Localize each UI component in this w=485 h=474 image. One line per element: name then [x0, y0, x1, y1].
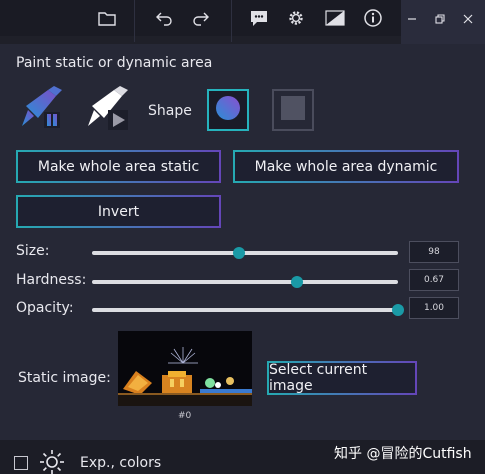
info-icon[interactable]: [362, 7, 384, 29]
hardness-value[interactable]: 0.67: [409, 269, 459, 291]
redo-icon[interactable]: [190, 7, 212, 29]
panel-title: Paint static or dynamic area: [16, 55, 213, 71]
static-image-label: Static image:: [18, 370, 111, 386]
exp-colors-label[interactable]: Exp., colors: [80, 455, 161, 471]
close-icon[interactable]: [457, 8, 479, 30]
minimize-icon[interactable]: [401, 8, 423, 30]
static-image-caption: #0: [178, 411, 192, 421]
settings-icon[interactable]: [285, 7, 307, 29]
restore-icon[interactable]: [429, 8, 451, 30]
undo-icon[interactable]: [153, 7, 175, 29]
hardness-slider[interactable]: [92, 276, 398, 288]
sun-icon: [39, 449, 65, 474]
title-bar: [0, 0, 485, 44]
opacity-slider-thumb[interactable]: [392, 304, 404, 316]
circle-shape-button[interactable]: [207, 89, 249, 131]
static-brush-icon[interactable]: [18, 86, 64, 132]
circle-shape-icon: [215, 95, 241, 125]
compare-icon[interactable]: [324, 7, 346, 29]
select-current-image-button[interactable]: Select current image: [267, 361, 417, 395]
hardness-label: Hardness:: [16, 272, 87, 288]
size-label: Size:: [16, 243, 50, 259]
shape-label: Shape: [148, 103, 192, 119]
hardness-slider-thumb[interactable]: [291, 276, 304, 288]
feedback-icon[interactable]: [248, 7, 270, 29]
watermark: 知乎 @冒险的Cutfish: [334, 446, 472, 462]
folder-icon[interactable]: [96, 7, 118, 29]
opacity-value[interactable]: 1.00: [409, 297, 459, 319]
window-controls: [401, 0, 485, 44]
size-value[interactable]: 98: [409, 241, 459, 263]
invert-button[interactable]: Invert: [16, 195, 221, 228]
static-image-thumbnail: [118, 331, 252, 406]
exp-colors-checkbox[interactable]: [14, 456, 28, 470]
opacity-slider[interactable]: [92, 304, 404, 316]
square-shape-button[interactable]: [272, 89, 314, 131]
make-dynamic-button[interactable]: Make whole area dynamic: [233, 150, 459, 183]
size-slider[interactable]: [92, 247, 398, 259]
square-shape-icon: [281, 96, 305, 124]
dynamic-brush-icon[interactable]: [84, 86, 130, 132]
size-slider-thumb[interactable]: [232, 247, 245, 259]
make-static-button[interactable]: Make whole area static: [16, 150, 221, 183]
opacity-label: Opacity:: [16, 300, 74, 316]
